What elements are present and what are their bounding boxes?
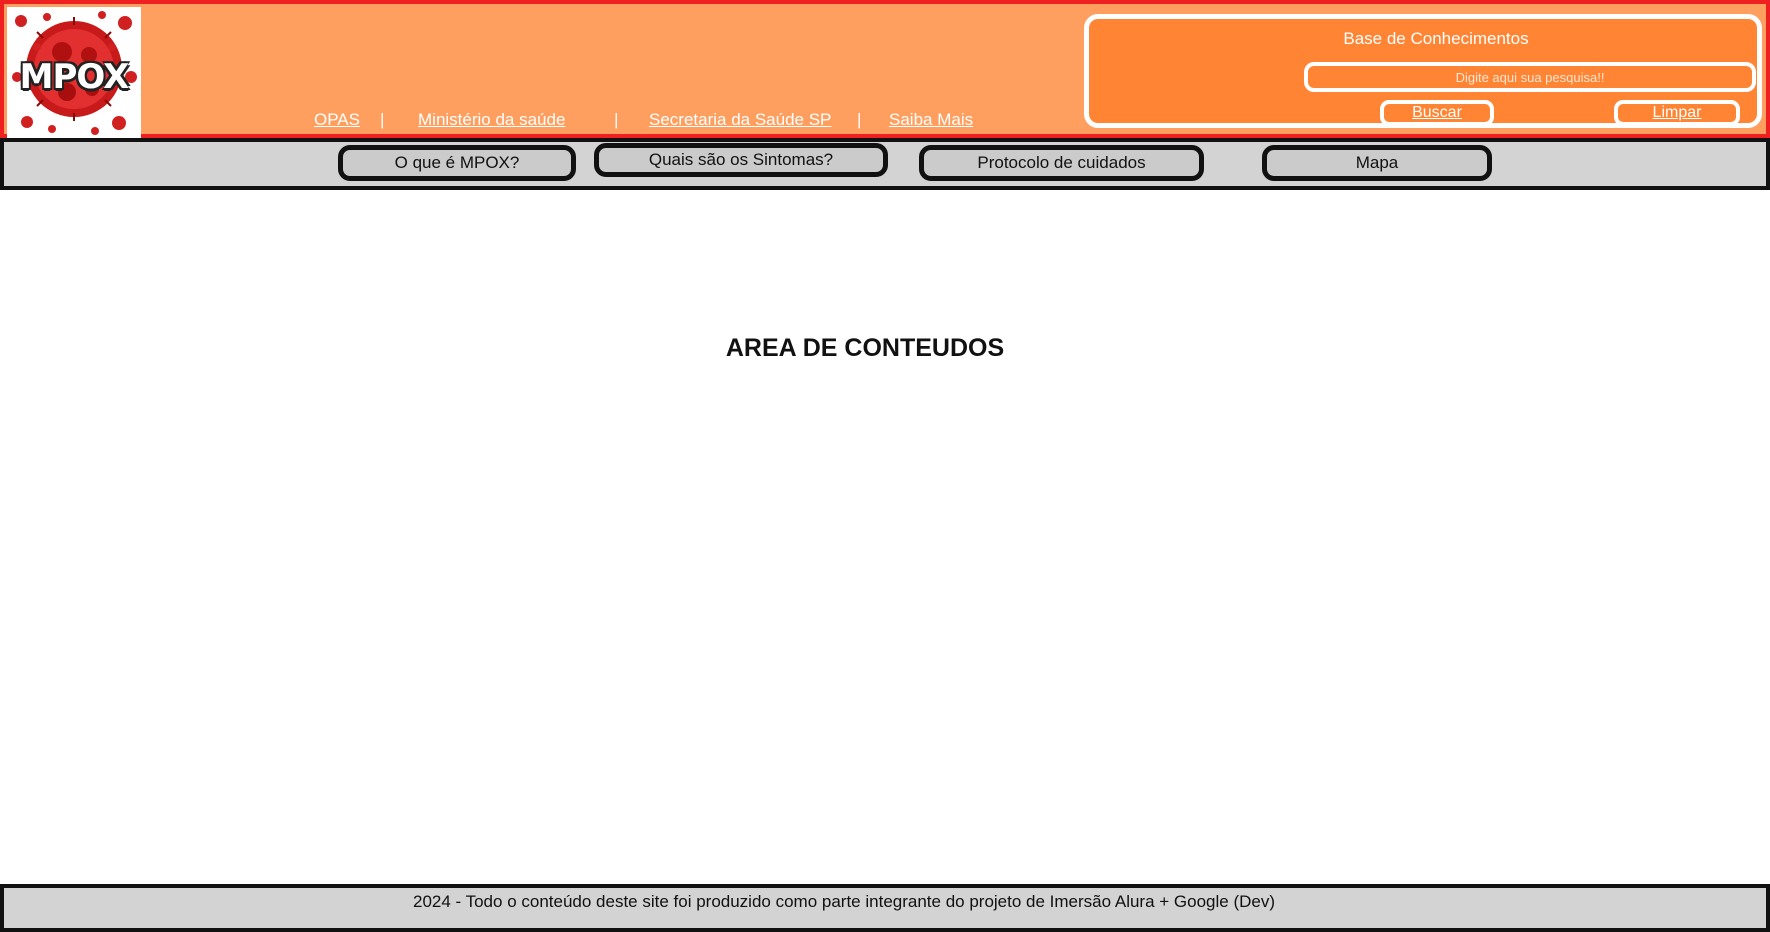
knowledge-base-title: Base de Conhecimentos xyxy=(1343,29,1529,48)
search-input[interactable] xyxy=(1304,62,1756,92)
search-button[interactable]: Buscar xyxy=(1380,100,1494,126)
nav-map[interactable]: Mapa xyxy=(1262,145,1492,181)
nav-symptoms[interactable]: Quais são os Sintomas? xyxy=(594,143,888,177)
clear-button[interactable]: Limpar xyxy=(1614,100,1740,126)
knowledge-base-panel: Base de Conhecimentos Buscar Limpar xyxy=(1084,14,1762,128)
link-separator: | xyxy=(857,110,862,129)
link-secretaria-saude-sp[interactable]: Secretaria da Saúde SP xyxy=(649,110,831,130)
link-ministerio-saude[interactable]: Ministério da saúde xyxy=(418,110,565,130)
logo-text: MPOX xyxy=(19,57,130,97)
top-links: OPAS | Ministério da saúde | Secretaria … xyxy=(4,108,1004,138)
link-saiba-mais[interactable]: Saiba Mais xyxy=(889,110,973,130)
nav-care-protocol[interactable]: Protocolo de cuidados xyxy=(919,145,1204,181)
link-separator: | xyxy=(614,110,619,129)
footer-text: 2024 - Todo o conteúdo deste site foi pr… xyxy=(412,892,1276,911)
link-opas[interactable]: OPAS xyxy=(314,110,360,130)
site-header: MPOX OPAS | Ministério da saúde | Secret… xyxy=(0,0,1770,138)
site-footer: 2024 - Todo o conteúdo deste site foi pr… xyxy=(0,884,1770,932)
nav-what-is-mpox[interactable]: O que é MPOX? xyxy=(338,145,576,181)
main-nav: O que é MPOX? Quais são os Sintomas? Pro… xyxy=(0,138,1770,190)
link-separator: | xyxy=(380,110,385,129)
content-area-title: AREA DE CONTEUDOS xyxy=(725,334,1005,362)
